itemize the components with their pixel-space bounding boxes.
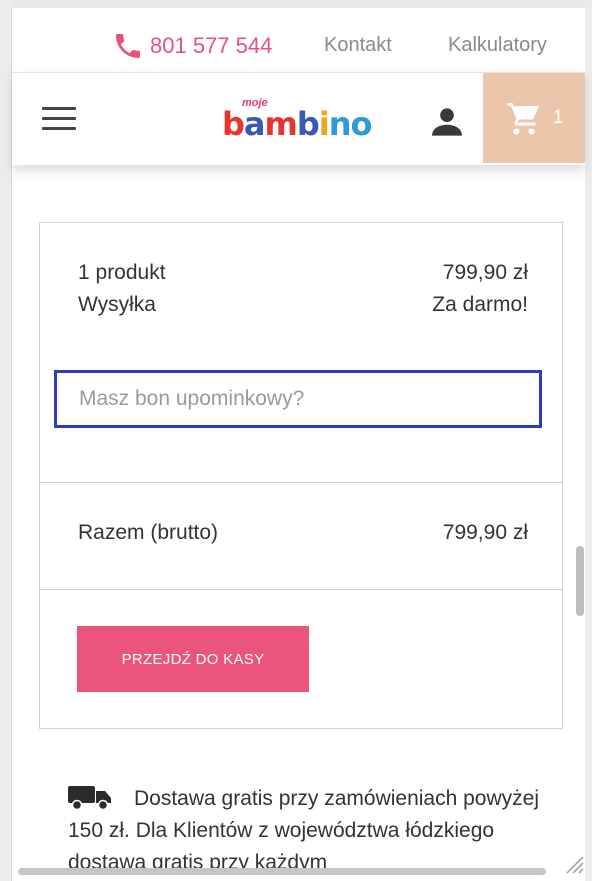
resize-handle-icon[interactable]: [562, 852, 584, 874]
window-top-edge: [0, 0, 592, 8]
cart-button[interactable]: 1: [483, 73, 585, 163]
products-value: 799,90 zł: [442, 261, 528, 284]
shipping-label: Wysyłka: [78, 293, 156, 316]
phone-link[interactable]: 801 577 544: [112, 30, 272, 62]
cart-count: 1: [552, 107, 564, 128]
logo-word: bambino: [222, 105, 372, 143]
shopping-cart-icon: [507, 103, 539, 135]
shipping-info: Dostawa gratis przy zamówieniach powyżej…: [68, 783, 548, 879]
checkout-button[interactable]: PRZEJDŹ DO KASY: [77, 626, 309, 692]
shipping-info-text: Dostawa gratis przy zamówieniach powyżej…: [68, 787, 539, 874]
bambino-logo[interactable]: moje bambino: [222, 97, 382, 143]
divider: [40, 589, 562, 590]
phone-icon: [116, 34, 140, 58]
top-utility-bar: 801 577 544 Kontakt Kalkulatory: [12, 8, 585, 72]
cart-summary-box: 1 produkt 799,90 zł Wysyłka Za darmo! Ma…: [39, 222, 563, 729]
total-label: Razem (brutto): [78, 521, 219, 544]
window-right-edge: [585, 0, 592, 881]
site-header: moje bambino 1: [12, 72, 585, 165]
horizontal-scrollbar[interactable]: [18, 868, 546, 875]
total-value: 799,90 zł: [442, 521, 528, 544]
products-label: 1 produkt: [78, 261, 166, 284]
contact-link[interactable]: Kontakt: [324, 34, 392, 57]
window-left-edge: [0, 0, 11, 881]
hamburger-menu-icon[interactable]: [42, 107, 76, 131]
shipping-row: Wysyłka Za darmo!: [78, 293, 528, 317]
user-icon[interactable]: [430, 107, 464, 137]
phone-number: 801 577 544: [150, 33, 273, 58]
shipping-value: Za darmo!: [432, 293, 528, 316]
vertical-scrollbar[interactable]: [576, 546, 584, 616]
total-row: Razem (brutto) 799,90 zł: [78, 521, 528, 545]
calculators-link[interactable]: Kalkulatory: [448, 34, 547, 57]
delivery-truck-icon: [68, 786, 111, 810]
divider: [40, 482, 562, 483]
products-row: 1 produkt 799,90 zł: [78, 261, 528, 285]
gift-voucher-input[interactable]: Masz bon upominkowy?: [54, 370, 542, 428]
